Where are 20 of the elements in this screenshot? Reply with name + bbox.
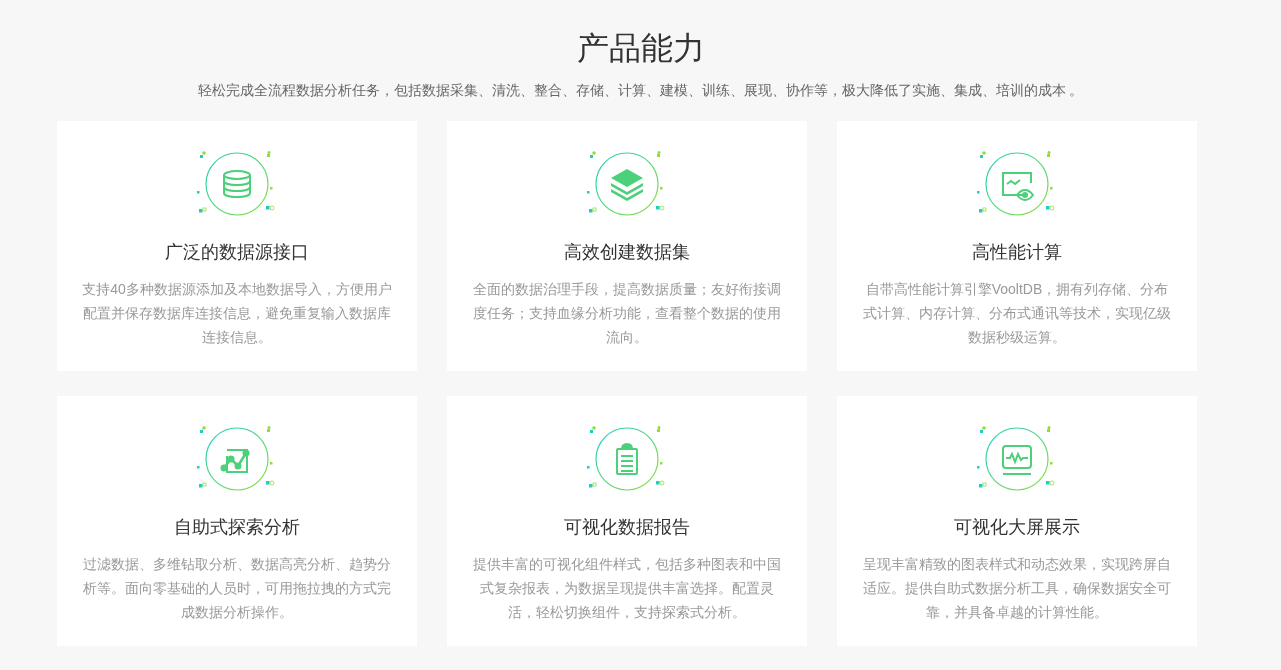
- feature-title: 高效创建数据集: [564, 241, 690, 264]
- feature-description: 提供丰富的可视化组件样式，包括多种图表和中国式复杂报表，为数据呈现提供丰富选择。配置灵活，轻松切换组件，支持探索式分析。: [472, 555, 782, 622]
- feature-description: 过滤数据、多维钻取分析、数据高亮分析、趋势分析等。面向零基础的人员时，可用拖拉拽的方式完成数据分析操作。: [82, 555, 392, 622]
- feature-description: 自带高性能计算引擎VooltDB，拥有列存储、分布式计算、内存计算、分布式通讯等技术，实现亿级数据秒级运算。: [862, 280, 1172, 347]
- clipboard-icon: [587, 426, 667, 494]
- pulse-screen-icon: [977, 426, 1057, 494]
- line-chart-icon: [197, 426, 277, 494]
- feature-description: 呈现丰富精致的图表样式和动态效果，实现跨屏自适应。提供自助式数据分析工具，确保数据安全可靠，并具备卓越的计算性能。: [862, 555, 1172, 622]
- feature-description: 支持40多种数据源添加及本地数据导入，方便用户配置并保存数据库连接信息，避免重复输入数据库连接信息。: [81, 280, 393, 347]
- feature-title: 高性能计算: [972, 241, 1062, 264]
- database-icon: [197, 151, 277, 219]
- feature-title: 可视化大屏展示: [954, 516, 1080, 539]
- section-title: 产品能力: [576, 29, 705, 68]
- layers-icon: [587, 151, 667, 219]
- feature-title: 可视化数据报告: [564, 516, 690, 539]
- monitor-eye-icon: [977, 151, 1057, 219]
- feature-title: 自助式探索分析: [174, 516, 300, 539]
- feature-description: 全面的数据治理手段，提高数据质量；友好衔接调度任务；支持血缘分析功能，查看整个数据的使用流向。: [472, 280, 782, 347]
- feature-title: 广泛的数据源接口: [165, 241, 309, 264]
- section-subtitle: 轻松完成全流程数据分析任务，包括数据采集、清洗、整合、存储、计算、建模、训练、展现、协作等，极大降低了实施、集成、培训的成本 。: [197, 81, 1084, 100]
